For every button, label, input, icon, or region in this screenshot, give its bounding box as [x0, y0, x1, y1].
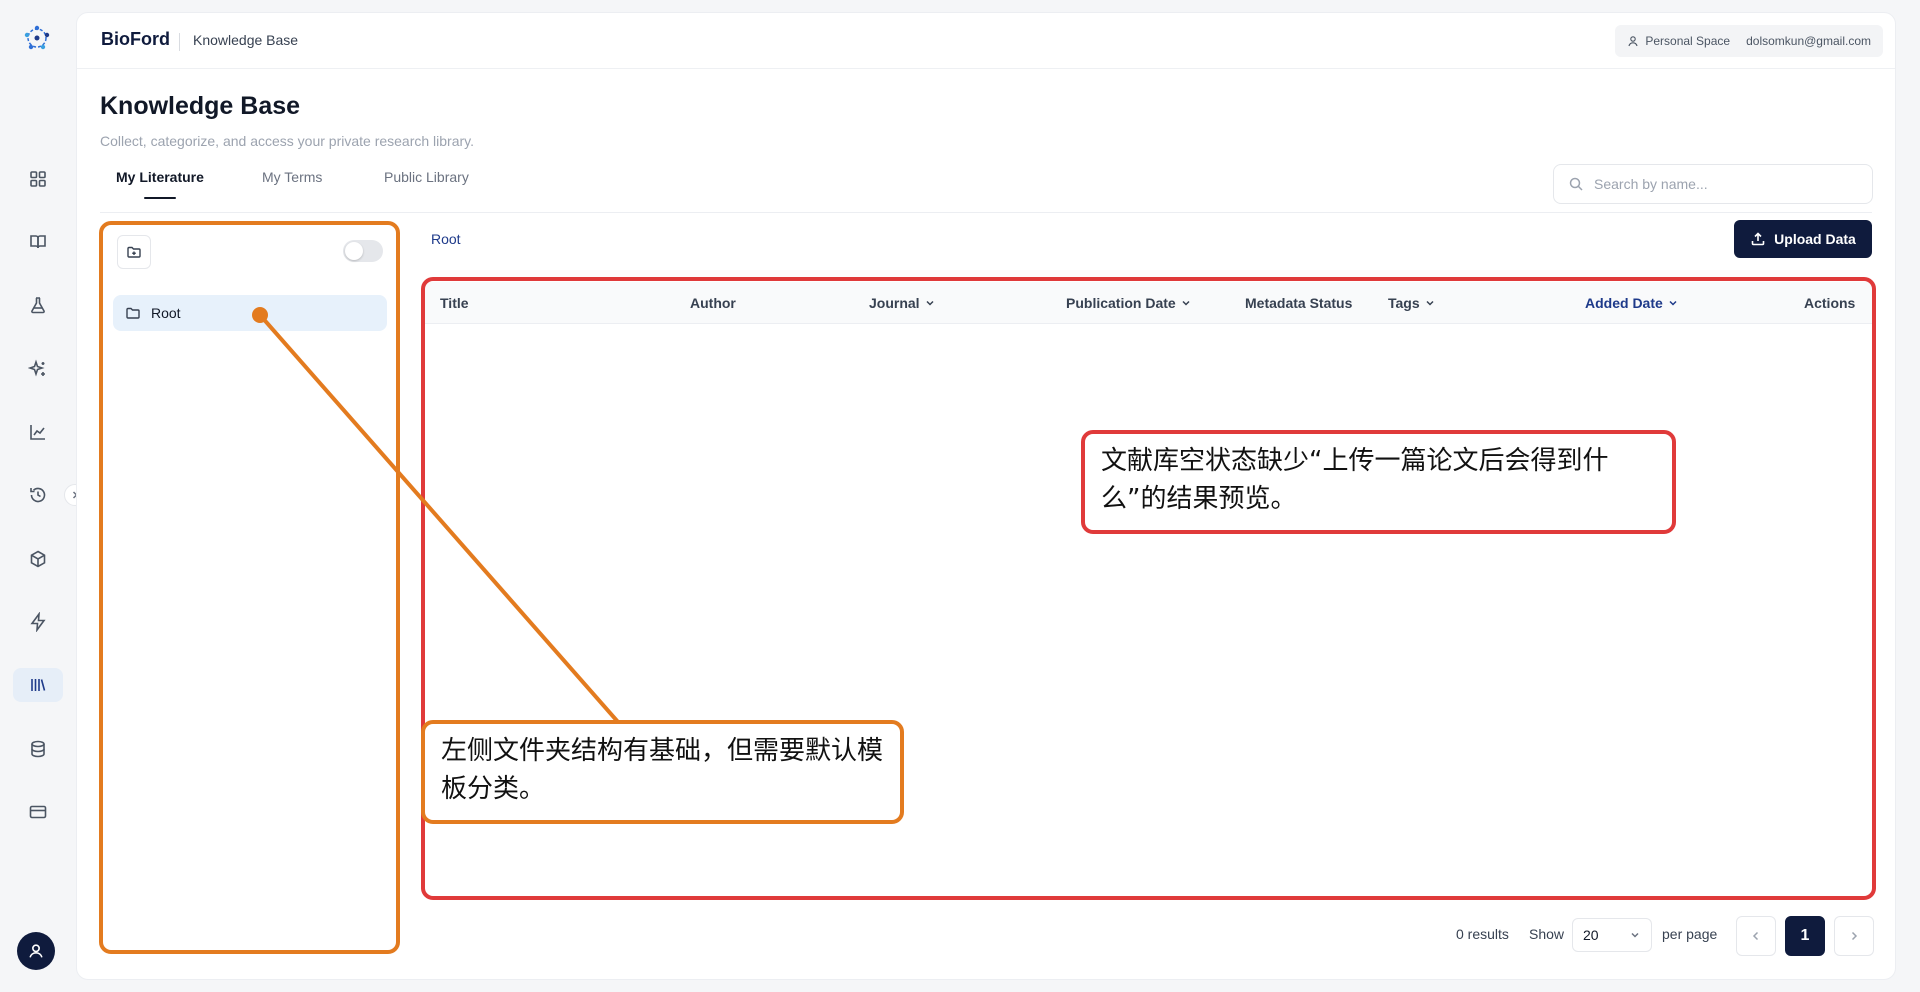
column-author[interactable]: Author [690, 295, 736, 311]
tab-public-library[interactable]: Public Library [384, 169, 469, 185]
column-publication-date[interactable]: Publication Date [1066, 295, 1191, 311]
rail-analytics[interactable] [13, 415, 63, 449]
library-icon [31, 679, 46, 691]
user-icon [29, 944, 43, 958]
active-tab-underline [144, 197, 176, 199]
show-label: Show [1529, 926, 1565, 942]
column-metadata-status[interactable]: Metadata Status [1245, 295, 1352, 311]
cube-icon [30, 550, 46, 568]
user-icon [1628, 36, 1638, 47]
column-actions: Actions [1804, 295, 1856, 311]
column-added-date[interactable]: Added Date [1585, 295, 1678, 311]
workspace-selector[interactable]: Personal Space dolsomkun@gmail.com [1615, 25, 1883, 57]
user-email: dolsomkun@gmail.com [1746, 34, 1871, 48]
icon-rail [0, 0, 86, 992]
rail-billing[interactable] [13, 795, 63, 829]
sparkles-icon [28, 359, 45, 377]
per-page-select[interactable]: 20 [1572, 918, 1652, 952]
tabs-divider [100, 212, 1872, 213]
breadcrumb[interactable]: Root [431, 231, 461, 247]
search-box[interactable] [1553, 164, 1873, 204]
results-count: 0 results [1456, 926, 1509, 942]
search-icon [1569, 177, 1583, 191]
chevron-down-icon [1631, 932, 1639, 938]
folder-annotation-note: 左侧文件夹结构有基础，但需要默认模板分类。 [421, 720, 904, 824]
book-icon [30, 235, 46, 249]
rail-library[interactable] [13, 668, 63, 702]
page-button-current[interactable]: 1 [1785, 916, 1825, 956]
rail-models[interactable] [13, 542, 63, 576]
bolt-icon [30, 612, 46, 632]
database-icon [31, 740, 45, 758]
grid-icon [30, 171, 46, 187]
column-journal[interactable]: Journal [869, 295, 935, 311]
section-name: Knowledge Base [193, 32, 299, 48]
chevron-down-icon [1669, 300, 1677, 306]
per-page-label: per page [1662, 926, 1718, 942]
prev-page-button[interactable] [1736, 916, 1776, 956]
folder-plus-icon [127, 246, 141, 258]
page-title: Knowledge Base [100, 92, 301, 120]
page-description: Collect, categorize, and access your pri… [100, 133, 475, 149]
rail-dashboard[interactable] [13, 162, 63, 196]
brand-divider [179, 33, 180, 51]
chevron-down-icon [926, 300, 934, 306]
logo-icon[interactable] [21, 22, 53, 54]
next-page-button[interactable] [1834, 916, 1874, 956]
chevron-down-icon [1426, 300, 1434, 306]
history-icon [30, 487, 46, 503]
credit-card-icon [29, 805, 47, 819]
chart-line-icon [30, 425, 45, 440]
folder-label: Root [151, 305, 181, 321]
rail-lab[interactable] [13, 288, 63, 322]
search-input[interactable] [1594, 176, 1854, 192]
user-avatar[interactable] [17, 932, 55, 970]
new-folder-button[interactable] [117, 235, 151, 269]
upload-data-button[interactable]: Upload Data [1734, 220, 1872, 258]
tab-my-literature[interactable]: My Literature [116, 169, 204, 185]
table-header: Title Author Journal Publication Date Me… [424, 282, 1872, 324]
empty-state-annotation-note: 文献库空状态缺少“上传一篇论文后会得到什么”的结果预览。 [1081, 430, 1676, 534]
tab-my-terms[interactable]: My Terms [262, 169, 322, 185]
chevron-left-icon [1752, 931, 1759, 941]
rail-reading[interactable] [13, 225, 63, 259]
chevron-down-icon [1182, 300, 1190, 306]
rail-ai[interactable] [13, 352, 63, 386]
upload-label: Upload Data [1774, 231, 1856, 247]
column-title[interactable]: Title [440, 295, 469, 311]
chevron-right-icon [1851, 931, 1858, 941]
brand-name[interactable]: BioFord [101, 29, 170, 50]
column-tags[interactable]: Tags [1388, 295, 1435, 311]
upload-icon [1751, 232, 1765, 246]
folder-item-root[interactable]: Root [113, 295, 387, 331]
rail-database[interactable] [13, 732, 63, 766]
rail-automation[interactable] [13, 605, 63, 639]
per-page-value: 20 [1583, 927, 1599, 943]
rail-history[interactable] [13, 478, 63, 512]
folder-view-toggle[interactable] [343, 240, 383, 262]
workspace-label: Personal Space [1645, 34, 1731, 48]
folder-icon [126, 307, 140, 319]
top-bar: BioFord Knowledge Base Personal Space do… [77, 13, 1895, 69]
flask-icon [31, 297, 45, 314]
